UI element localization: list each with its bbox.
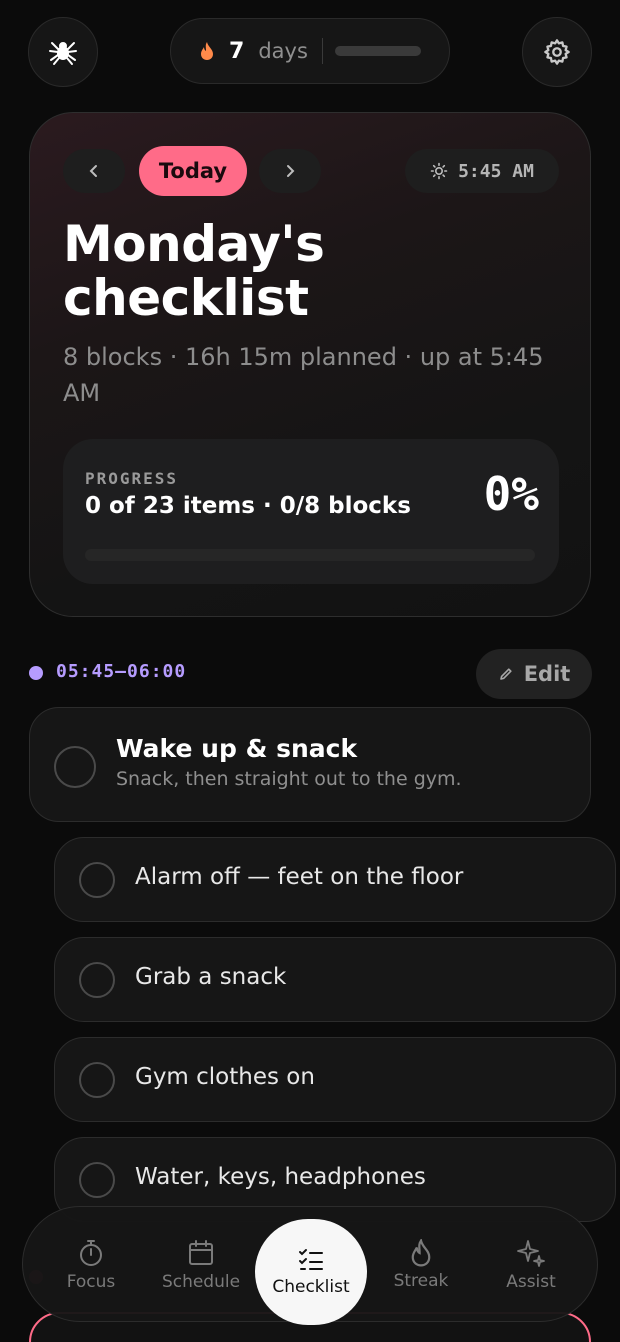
item-label: Alarm off — feet on the floor [135, 864, 464, 890]
checklist-item[interactable]: Gym clothes on [54, 1037, 616, 1122]
item-checkbox[interactable] [79, 1062, 115, 1098]
block-time: 05:45–06:00 [56, 661, 187, 682]
checklist-item[interactable]: Alarm off — feet on the floor [54, 837, 616, 922]
spider-icon [48, 37, 78, 67]
calendar-icon [187, 1238, 215, 1268]
nav-schedule-label: Schedule [161, 1272, 241, 1292]
sun-icon [430, 162, 448, 180]
item-label: Gym clothes on [135, 1064, 315, 1090]
edit-button[interactable]: Edit [476, 649, 592, 699]
pencil-icon [498, 666, 514, 682]
nav-streak-label: Streak [393, 1271, 449, 1291]
streak-divider [321, 38, 323, 64]
nav-focus[interactable]: Focus [36, 1207, 146, 1323]
item-label: Grab a snack [135, 964, 287, 990]
item-label: Water, keys, headphones [135, 1164, 426, 1190]
item-checkbox[interactable] [79, 1162, 115, 1198]
progress-percent: 0% [483, 467, 539, 521]
progress-count: 0 of 23 items · 0/8 blocks [85, 493, 411, 519]
streak-count: 7 [229, 38, 245, 64]
logo-button[interactable] [28, 17, 98, 87]
block-title: Wake up & snack [116, 734, 358, 763]
nav-streak[interactable]: Streak [366, 1207, 476, 1323]
nav-checklist[interactable]: Checklist [255, 1219, 367, 1325]
streak-unit: days [258, 39, 308, 63]
stopwatch-icon [77, 1238, 105, 1268]
bottom-nav: Focus Schedule Checklist Streak Assist [22, 1206, 598, 1325]
block-checkbox[interactable] [54, 746, 96, 788]
streak-pill[interactable]: 7 days [170, 18, 450, 84]
chevron-right-icon [284, 163, 296, 179]
day-subtitle: 8 blocks · 16h 15m planned · up at 5:45 … [63, 343, 544, 407]
day-summary-card: Today 5:45 AM Monday's checklist 8 block… [29, 112, 591, 617]
nav-schedule[interactable]: Schedule [146, 1207, 256, 1323]
nav-assist[interactable]: Assist [476, 1207, 586, 1323]
checklist-item[interactable]: Grab a snack [54, 937, 616, 1022]
progress-label: PROGRESS [85, 469, 179, 488]
block-card[interactable]: Wake up & snack Snack, then straight out… [29, 707, 591, 822]
chevron-left-icon [88, 163, 100, 179]
next-day-button[interactable] [259, 149, 321, 193]
flame-icon [410, 1239, 432, 1267]
flame-icon [199, 41, 215, 61]
nav-checklist-label: Checklist [272, 1277, 350, 1297]
block-description: Snack, then straight out to the gym. [116, 768, 462, 790]
wake-time-pill[interactable]: 5:45 AM [405, 149, 559, 193]
progress-panel: PROGRESS 0 of 23 items · 0/8 blocks 0% [63, 439, 559, 584]
progress-bar [85, 549, 535, 561]
settings-button[interactable] [522, 17, 592, 87]
nav-focus-label: Focus [66, 1272, 116, 1292]
page-title: Monday's checklist [63, 215, 325, 327]
edit-label: Edit [523, 662, 571, 686]
item-checkbox[interactable] [79, 862, 115, 898]
sparkle-icon [516, 1238, 546, 1268]
today-button[interactable]: Today [139, 146, 247, 196]
nav-assist-label: Assist [506, 1272, 556, 1292]
gear-icon [543, 38, 571, 66]
block-dot [29, 666, 43, 680]
checklist-icon [297, 1247, 325, 1273]
item-checkbox[interactable] [79, 962, 115, 998]
wake-time: 5:45 AM [458, 160, 534, 182]
streak-progress-bar [334, 46, 421, 56]
prev-day-button[interactable] [63, 149, 125, 193]
